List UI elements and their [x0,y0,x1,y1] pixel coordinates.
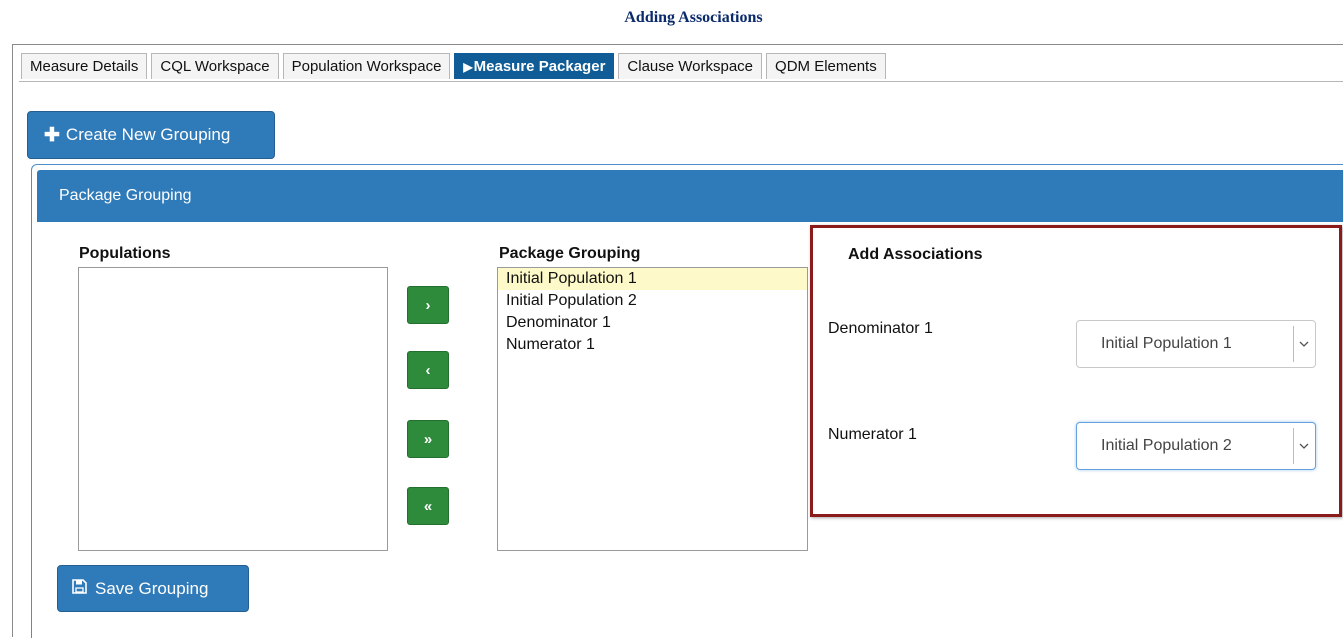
populations-list[interactable] [78,267,388,551]
tab-population-workspace[interactable]: Population Workspace [282,53,451,79]
list-item[interactable]: Numerator 1 [498,334,807,356]
tab-label: CQL Workspace [160,58,270,75]
plus-icon: ✚ [44,124,60,146]
list-item[interactable]: Initial Population 1 [498,268,807,290]
tab-cql-workspace[interactable]: CQL Workspace [151,53,279,79]
list-item[interactable]: Initial Population 2 [498,290,807,312]
tab-bar: Measure Details CQL Workspace Population… [21,53,886,81]
association-label-numerator: Numerator 1 [828,426,917,443]
create-new-grouping-button[interactable]: ✚ Create New Grouping [27,111,275,159]
add-associations-box: Add Associations Denominator 1 Initial P… [810,225,1342,517]
association-label-denominator: Denominator 1 [828,320,933,337]
list-item[interactable]: Denominator 1 [498,312,807,334]
remove-all-button[interactable]: « [407,487,449,525]
tab-measure-details[interactable]: Measure Details [21,53,148,79]
package-grouping-list[interactable]: Initial Population 1 Initial Population … [497,267,808,551]
tab-label: QDM Elements [775,58,877,75]
save-icon [72,578,87,599]
chevron-down-icon[interactable] [1293,428,1314,464]
denominator-association-select[interactable]: Initial Population 1 [1076,320,1316,368]
save-grouping-label: Save Grouping [95,578,209,598]
add-button[interactable]: › [407,286,449,324]
package-grouping-label: Package Grouping [499,245,641,262]
chevron-down-icon[interactable] [1293,326,1314,362]
save-grouping-button[interactable]: Save Grouping [57,565,249,612]
measure-app: Measure Details CQL Workspace Population… [12,44,1343,638]
tab-label: Clause Workspace [627,58,754,75]
panel-header: Package Grouping [37,170,1343,222]
numerator-association-select[interactable]: Initial Population 2 [1076,422,1316,470]
populations-label: Populations [79,245,171,262]
tab-divider [19,81,1343,82]
panel-title: Package Grouping [59,187,192,204]
add-associations-title: Add Associations [848,246,983,263]
tab-label: Population Workspace [291,58,442,75]
remove-button[interactable]: ‹ [407,351,449,389]
tab-clause-workspace[interactable]: Clause Workspace [618,53,763,79]
document-title: Adding Associations [624,9,763,26]
tab-measure-packager[interactable]: ▶ Measure Packager [454,53,615,79]
add-all-button[interactable]: » [407,420,449,458]
create-new-grouping-label: Create New Grouping [65,125,231,144]
play-arrow-icon: ▶ [463,59,473,74]
tab-label: Measure Details [30,58,139,75]
select-value: Initial Population 1 [1101,335,1232,352]
tab-label: Measure Packager [473,58,606,75]
tab-qdm-elements[interactable]: QDM Elements [766,53,886,79]
select-value: Initial Population 2 [1101,437,1232,454]
